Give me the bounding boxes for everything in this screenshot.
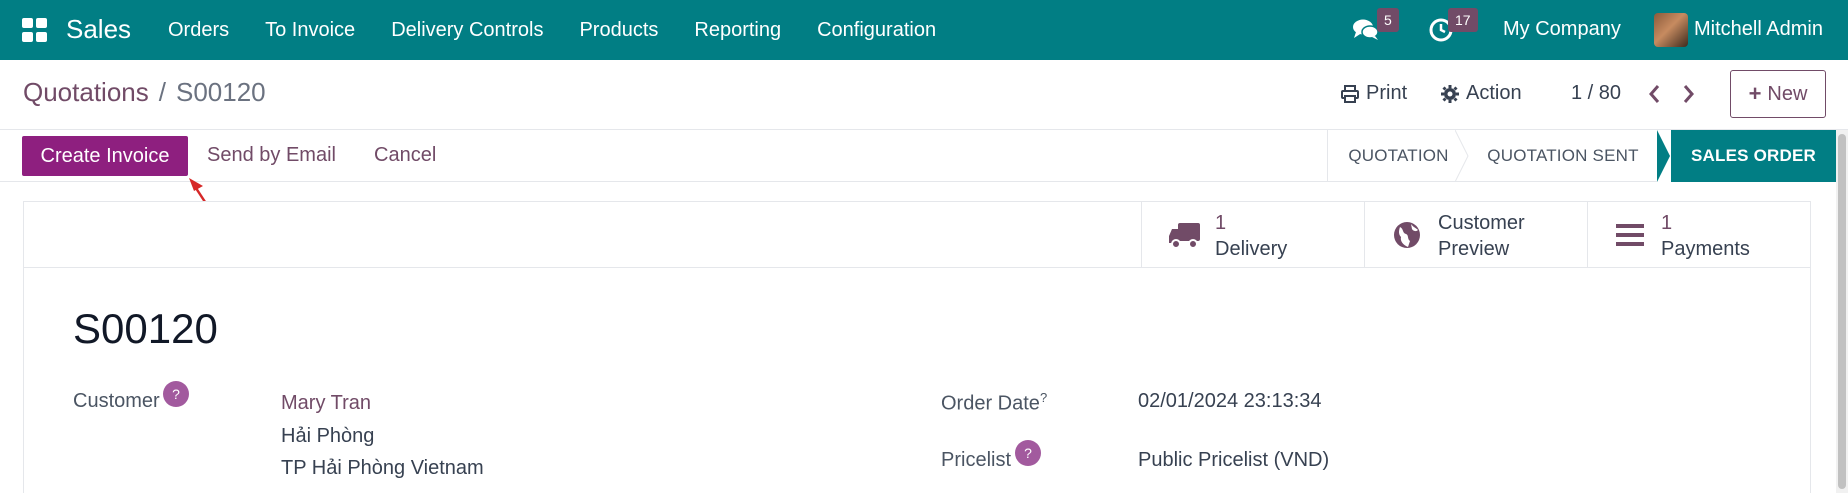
breadcrumb-current: S00120	[175, 77, 266, 107]
customer-label: Customer	[73, 390, 160, 412]
page-scrollbar[interactable]	[1836, 130, 1848, 493]
pager-previous-icon[interactable]	[1643, 80, 1667, 108]
order-date-help-icon[interactable]: ?	[1040, 390, 1047, 405]
breadcrumb-quotations[interactable]: Quotations	[23, 77, 149, 107]
chat-icon[interactable]	[1352, 16, 1380, 44]
customer-address-line2: TP Hải Phòng Vietnam	[281, 457, 484, 479]
order-date-label: Order Date?	[941, 390, 1047, 416]
truck-icon	[1169, 223, 1200, 249]
print-button[interactable]: Print	[1340, 82, 1407, 105]
pricelist-value[interactable]: Public Pricelist (VND)	[1138, 449, 1329, 472]
payments-label: Payments	[1661, 238, 1750, 260]
delivery-smart-button[interactable]: 1 Delivery	[1141, 202, 1365, 268]
action-button[interactable]: Action	[1440, 82, 1522, 105]
globe-icon	[1394, 222, 1420, 248]
delivery-smart-text: 1 Delivery	[1215, 210, 1287, 262]
customer-help-icon[interactable]: ?	[163, 381, 189, 407]
pricelist-label: Pricelist	[941, 449, 1012, 471]
stage-sales-order[interactable]: SALES ORDER	[1657, 130, 1836, 182]
messages-count-badge: 5	[1377, 8, 1399, 32]
customer-preview-line1: Customer	[1438, 212, 1525, 234]
menu-delivery-controls[interactable]: Delivery Controls	[391, 19, 543, 42]
menu-to-invoice[interactable]: To Invoice	[265, 19, 355, 42]
menu-reporting[interactable]: Reporting	[694, 19, 781, 42]
delivery-count: 1	[1215, 212, 1227, 234]
gear-icon	[1441, 84, 1459, 103]
order-date-value[interactable]: 02/01/2024 23:13:34	[1138, 390, 1322, 413]
customer-preview-line2: Preview	[1438, 238, 1510, 260]
control-panel: Quotations / S00120 Print Action 1 / 80	[0, 60, 1848, 130]
plus-icon: +	[1748, 81, 1762, 106]
apps-menu-icon[interactable]	[22, 18, 48, 42]
breadcrumb-separator: /	[158, 77, 166, 107]
new-button[interactable]: + New	[1730, 70, 1826, 118]
customer-preview-smart-button[interactable]: Customer Preview	[1364, 202, 1588, 268]
payments-count: 1	[1661, 212, 1673, 234]
user-menu[interactable]: Mitchell Admin	[1694, 18, 1823, 41]
main-menu: Orders To Invoice Delivery Controls Prod…	[168, 0, 972, 60]
cancel-button[interactable]: Cancel	[374, 144, 436, 167]
form-sheet: 1 Delivery Customer Preview 1 Payments S…	[23, 201, 1811, 493]
order-name: S00120	[73, 305, 218, 352]
send-by-email-button[interactable]: Send by Email	[207, 144, 336, 167]
app-name[interactable]: Sales	[66, 14, 131, 45]
active-stage-notch	[1657, 130, 1671, 182]
top-navbar: Sales Orders To Invoice Delivery Control…	[0, 0, 1848, 60]
status-stages: QUOTATION QUOTATION SENT SALES ORDER	[1327, 130, 1836, 182]
list-icon	[1616, 224, 1644, 246]
pricelist-help-icon[interactable]: ?	[1015, 440, 1041, 466]
delivery-label: Delivery	[1215, 238, 1288, 260]
order-date-label-text: Order Date	[941, 392, 1040, 415]
smart-button-box: 1 Delivery Customer Preview 1 Payments	[24, 202, 1810, 268]
stage-quotation[interactable]: QUOTATION	[1327, 130, 1469, 182]
pager-value[interactable]: 1 / 80	[1571, 82, 1621, 105]
payments-smart-button[interactable]: 1 Payments	[1587, 202, 1811, 268]
company-switcher[interactable]: My Company	[1503, 18, 1621, 41]
customer-preview-smart-text: Customer Preview	[1438, 210, 1525, 262]
form-statusbar: Create Invoice Send by Email Cancel QUOT…	[0, 130, 1848, 182]
user-avatar[interactable]	[1654, 13, 1688, 47]
breadcrumb: Quotations / S00120	[23, 77, 266, 108]
menu-products[interactable]: Products	[579, 19, 658, 42]
payments-smart-text: 1 Payments	[1661, 210, 1750, 262]
menu-configuration[interactable]: Configuration	[817, 19, 936, 42]
new-label: New	[1767, 82, 1808, 105]
customer-address-line1: Hải Phòng	[281, 425, 375, 447]
create-invoice-button[interactable]: Create Invoice	[22, 136, 188, 176]
printer-icon	[1341, 84, 1359, 103]
stage-quotation-sent[interactable]: QUOTATION SENT	[1469, 130, 1657, 182]
print-label: Print	[1366, 82, 1408, 104]
activities-count-badge: 17	[1448, 8, 1478, 32]
action-label: Action	[1466, 82, 1522, 104]
menu-orders[interactable]: Orders	[168, 19, 229, 42]
pager-next-icon[interactable]	[1676, 80, 1700, 108]
scrollbar-thumb[interactable]	[1838, 134, 1846, 489]
customer-name[interactable]: Mary Tran	[281, 392, 371, 415]
